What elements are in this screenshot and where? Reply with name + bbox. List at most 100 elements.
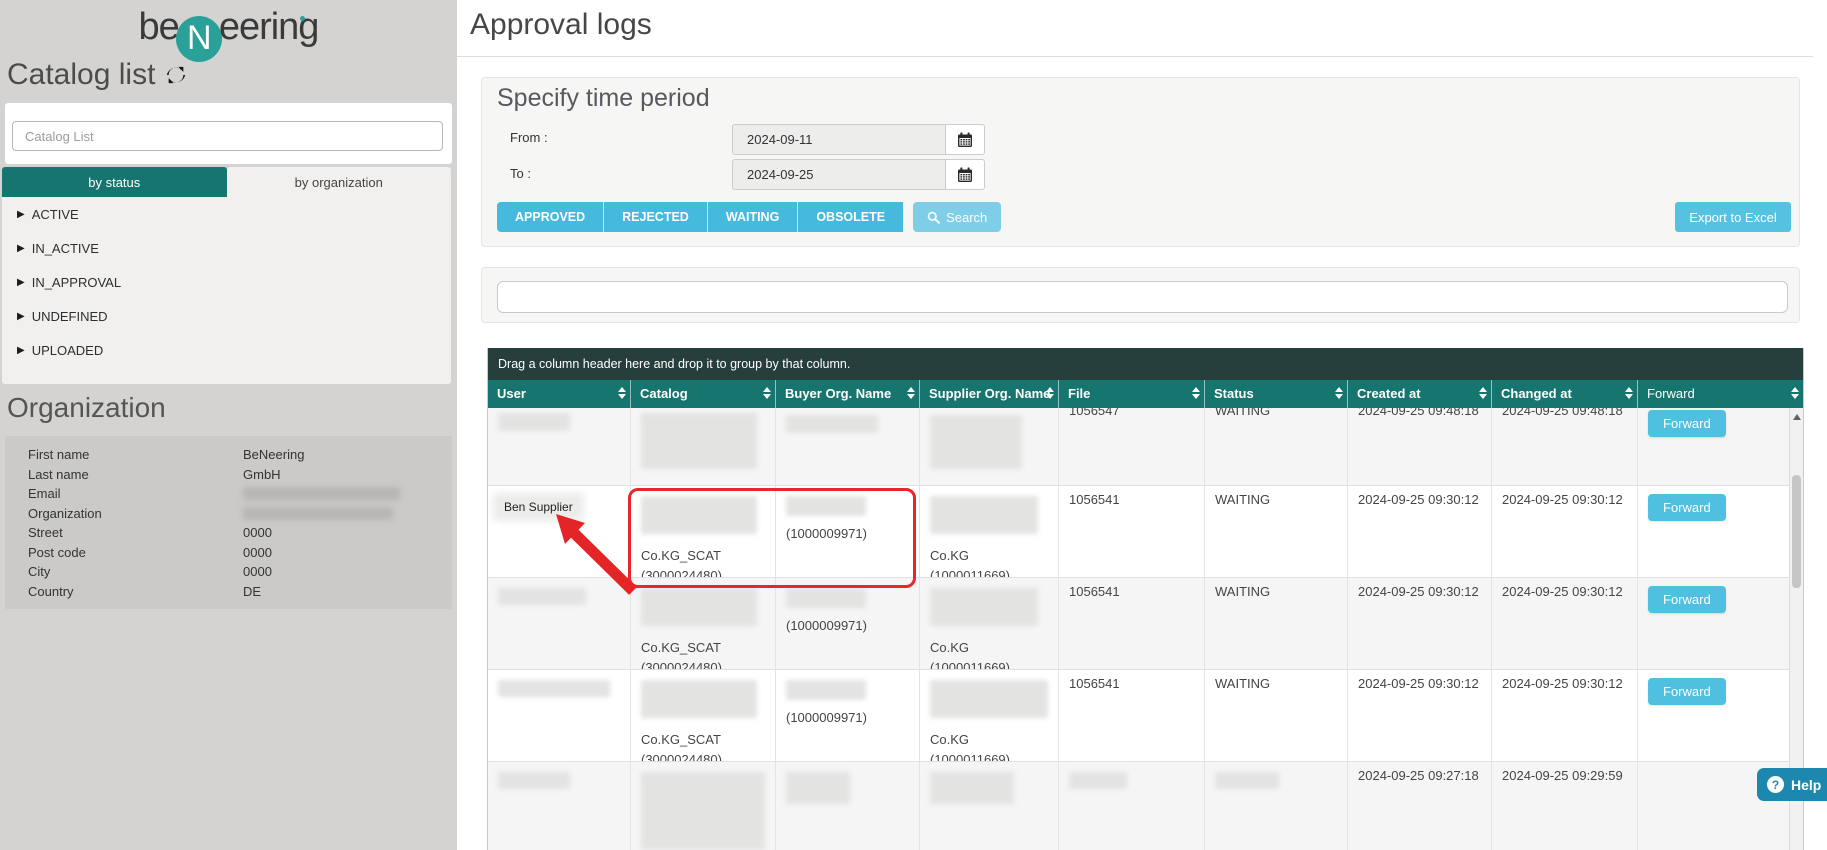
tab-by-status[interactable]: by status <box>2 167 227 197</box>
org-row-country: CountryDE <box>5 582 452 602</box>
sort-icon <box>907 387 915 399</box>
org-row-street: Street0000 <box>5 523 452 543</box>
catalog-name-value: Co.KG_SCAT <box>641 546 765 566</box>
from-calendar-button[interactable] <box>945 124 985 155</box>
logo-i-dot <box>300 16 305 21</box>
search-button[interactable]: Search <box>913 202 1001 232</box>
catalog-id-value: (3000024480) <box>641 658 765 669</box>
catalog-list-title: Catalog list <box>7 58 155 92</box>
table-header-row: User Catalog Buyer Org. Name Supplier Or… <box>488 380 1803 408</box>
status-item-in-active[interactable]: ▶IN_ACTIVE <box>2 231 451 265</box>
column-label: File <box>1068 386 1090 401</box>
org-field-label: Email <box>28 486 243 501</box>
catalog-search-input[interactable] <box>12 121 443 151</box>
tab-by-organization-label: by organization <box>295 175 383 190</box>
to-calendar-button[interactable] <box>945 159 985 190</box>
help-button[interactable]: ? Help <box>1757 768 1827 801</box>
redacted-cell-value <box>641 680 757 718</box>
status-item-active[interactable]: ▶ACTIVE <box>2 197 451 231</box>
buyer-id-value: (1000009971) <box>786 616 909 636</box>
table-row[interactable]: Co.KG_SCAT (3000024480) (1000009971) Co.… <box>488 670 1789 762</box>
table-row-ben-supplier[interactable]: Ben Supplier Co.KG_SCAT (3000024480) (10… <box>488 486 1789 578</box>
export-to-excel-button[interactable]: Export to Excel <box>1675 202 1791 232</box>
search-button-label: Search <box>946 210 987 225</box>
forward-button[interactable]: Forward <box>1648 410 1726 437</box>
refresh-icon[interactable] <box>165 64 187 86</box>
redacted-cell-value <box>930 680 1048 718</box>
org-row-email: Email <box>5 484 452 504</box>
approved-filter-button[interactable]: APPROVED <box>497 202 603 232</box>
scrollbar-thumb[interactable] <box>1792 475 1801 588</box>
changed-at-value: 2024-09-25 09:30:12 <box>1502 676 1623 691</box>
redacted-cell-value <box>498 772 570 789</box>
time-period-heading: Specify time period <box>497 84 710 113</box>
redacted-cell-value <box>786 680 866 700</box>
column-header-created-at[interactable]: Created at <box>1348 380 1492 408</box>
scrollbar-up-icon[interactable] <box>1793 414 1801 420</box>
logo-n: N <box>187 19 211 58</box>
catalog-list-heading: Catalog list <box>7 58 187 92</box>
column-label: Status <box>1214 386 1254 401</box>
redacted-cell-value <box>930 588 1038 626</box>
forward-button[interactable]: Forward <box>1648 494 1726 521</box>
rejected-filter-button[interactable]: REJECTED <box>603 202 707 232</box>
column-label: Changed at <box>1501 386 1572 401</box>
table-row[interactable]: Co.KG_SCAT (3000024480) (1000009971) Co.… <box>488 578 1789 670</box>
page-title: Approval logs <box>470 8 652 42</box>
status-item-in-approval[interactable]: ▶IN_APPROVAL <box>2 265 451 299</box>
from-date-input[interactable] <box>732 124 945 155</box>
forward-button[interactable]: Forward <box>1648 586 1726 613</box>
column-header-buyer-org[interactable]: Buyer Org. Name <box>776 380 920 408</box>
waiting-filter-button[interactable]: WAITING <box>707 202 797 232</box>
group-drop-zone[interactable]: Drag a column header here and drop it to… <box>488 348 1803 380</box>
table-filter-input[interactable] <box>497 281 1788 313</box>
column-label: User <box>497 386 526 401</box>
forward-button[interactable]: Forward <box>1648 678 1726 705</box>
column-header-catalog[interactable]: Catalog <box>631 380 776 408</box>
column-label: Forward <box>1647 386 1695 401</box>
sort-icon <box>763 387 771 399</box>
user-value: Ben Supplier <box>498 498 579 516</box>
to-date-input[interactable] <box>732 159 945 190</box>
status-filter-buttons: APPROVED REJECTED WAITING OBSOLETE Searc… <box>497 202 1001 232</box>
supplier-name-value: Co.KG <box>930 546 1048 566</box>
calendar-icon <box>957 167 973 183</box>
status-item-label: UPLOADED <box>32 343 104 358</box>
org-row-post-code: Post code0000 <box>5 543 452 563</box>
sidebar: beNeering Catalog list by status by orga… <box>0 0 457 850</box>
created-at-value: 2024-09-25 09:27:18 <box>1358 768 1479 783</box>
created-at-value: 2024-09-25 09:30:12 <box>1358 676 1479 691</box>
redacted-value <box>243 487 400 500</box>
status-item-label: IN_ACTIVE <box>32 241 99 256</box>
org-field-value: DE <box>243 584 261 599</box>
status-value: WAITING <box>1215 584 1270 599</box>
status-item-uploaded[interactable]: ▶UPLOADED <box>2 333 451 367</box>
tab-by-status-label: by status <box>88 175 140 190</box>
status-item-undefined[interactable]: ▶UNDEFINED <box>2 299 451 333</box>
table-row[interactable]: 1056547 WAITING 2024-09-25 09:48:18 2024… <box>488 408 1789 486</box>
supplier-id-value: (1000011669) <box>930 750 1048 761</box>
status-value: WAITING <box>1215 408 1337 420</box>
org-field-value: 0000 <box>243 525 272 540</box>
help-button-label: Help <box>1791 777 1821 793</box>
file-value: 1056541 <box>1069 676 1120 691</box>
organization-heading: Organization <box>7 392 166 424</box>
table-row[interactable]: 2024-09-25 09:27:18 2024-09-25 09:29:59 <box>488 762 1789 850</box>
org-field-label: Country <box>28 584 243 599</box>
column-header-changed-at[interactable]: Changed at <box>1492 380 1638 408</box>
tab-by-organization[interactable]: by organization <box>227 167 452 197</box>
redacted-cell-value <box>786 415 878 433</box>
catalog-id-value: (3000024480) <box>641 750 765 761</box>
org-field-label: Post code <box>28 545 243 560</box>
column-header-supplier-org[interactable]: Supplier Org. Name <box>920 380 1059 408</box>
column-header-file[interactable]: File <box>1059 380 1205 408</box>
org-field-label: First name <box>28 447 243 462</box>
redacted-cell-value <box>786 772 850 804</box>
column-label: Catalog <box>640 386 688 401</box>
org-row-organization: Organization <box>5 504 452 524</box>
column-header-forward[interactable]: Forward <box>1638 380 1803 408</box>
obsolete-filter-button[interactable]: OBSOLETE <box>797 202 903 232</box>
column-header-status[interactable]: Status <box>1205 380 1348 408</box>
column-header-user[interactable]: User <box>488 380 631 408</box>
org-field-value: 0000 <box>243 564 272 579</box>
